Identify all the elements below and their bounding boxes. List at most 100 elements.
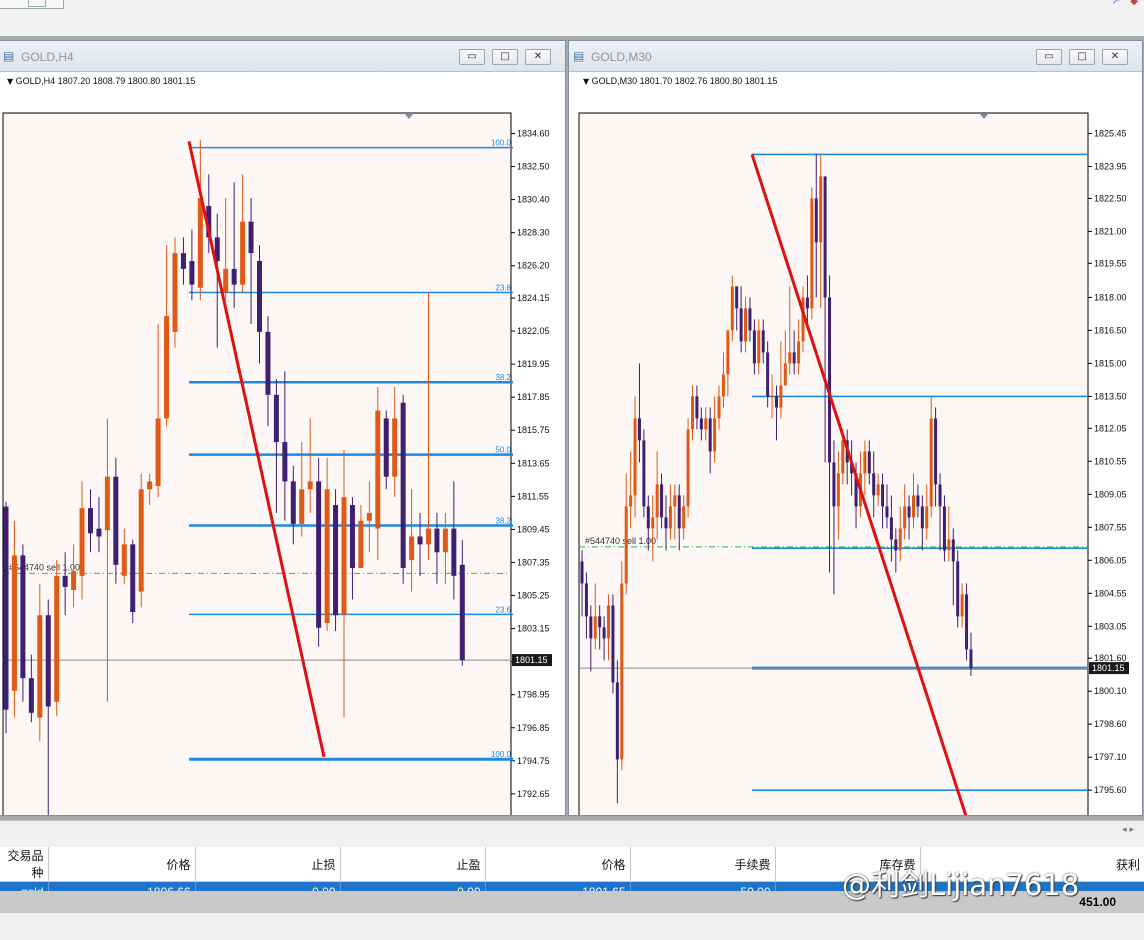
price-chart[interactable]: 1834.60 1832.50 1830.40 1828.30 1826.20 1824.… bbox=[0, 71, 565, 815]
price-tick-label: 1824.15 bbox=[517, 293, 550, 303]
candle-body bbox=[341, 497, 347, 616]
price-tick-label: 1832.50 bbox=[517, 162, 550, 172]
candle-body bbox=[721, 374, 725, 397]
watermark: @利剑Lijian7618 bbox=[842, 868, 1080, 902]
candle-body bbox=[823, 176, 827, 298]
column-header[interactable]: 价格 bbox=[485, 847, 631, 882]
candle-body bbox=[673, 495, 677, 507]
scroll-arrows[interactable]: ◂ ▸ bbox=[1122, 825, 1134, 835]
order-label: #544740 sell 1.00 bbox=[585, 536, 656, 546]
candle-body bbox=[788, 352, 792, 364]
maximize-button[interactable]: □ bbox=[492, 49, 518, 65]
candle-body bbox=[752, 330, 756, 364]
candle-body bbox=[375, 410, 381, 529]
close-button[interactable]: ✕ bbox=[525, 49, 551, 65]
fib-level-label: 23.6 bbox=[495, 283, 511, 292]
candle-body bbox=[761, 330, 765, 353]
candle-body bbox=[434, 528, 440, 553]
maximize-button[interactable]: □ bbox=[1069, 49, 1095, 65]
chart-menu-icon[interactable]: ▼ bbox=[7, 77, 13, 86]
candle-body bbox=[810, 198, 814, 309]
price-tick-label: 1826.20 bbox=[517, 261, 550, 271]
candle-body bbox=[180, 253, 186, 269]
candle-body bbox=[792, 352, 796, 364]
candle-body bbox=[876, 484, 880, 496]
candle-body bbox=[947, 539, 951, 551]
chart-window-m30[interactable]: ▤ GOLD,M30 ▭ □ ✕ 1825.45 1823.95 1822.50 18… bbox=[568, 40, 1143, 816]
chart-area[interactable]: 1825.45 1823.95 1822.50 1821.00 1819.55 1818.… bbox=[569, 71, 1142, 815]
candle-body bbox=[282, 442, 288, 482]
total-profit: 451.00 bbox=[1079, 895, 1116, 909]
candle-body bbox=[744, 308, 748, 342]
candle-body bbox=[147, 481, 153, 490]
chart-window-h4[interactable]: ▤ GOLD,H4 ▭ □ ✕ 1834.60 1832.50 1830.40 182… bbox=[0, 40, 566, 816]
column-header[interactable]: 止盈 bbox=[340, 847, 486, 882]
price-tick-label: 1822.05 bbox=[517, 326, 550, 336]
column-header[interactable]: 价格 bbox=[48, 847, 196, 882]
candle-body bbox=[358, 520, 364, 568]
price-tick-label: 1828.30 bbox=[517, 228, 550, 238]
price-tick-label: 1807.55 bbox=[1094, 522, 1127, 532]
candle-body bbox=[633, 418, 637, 496]
candle-body bbox=[442, 528, 448, 553]
candle-body bbox=[730, 286, 734, 331]
chart-area[interactable]: 1834.60 1832.50 1830.40 1828.30 1826.20 1824.… bbox=[0, 71, 565, 815]
candle-body bbox=[307, 481, 313, 490]
price-tick-label: 1830.40 bbox=[517, 195, 550, 205]
candle-body bbox=[779, 385, 783, 408]
price-tick-label: 1817.85 bbox=[517, 392, 550, 402]
minimize-button[interactable]: ▭ bbox=[459, 49, 485, 65]
chart-menu-icon[interactable]: ▼ bbox=[583, 77, 589, 86]
candle-body bbox=[735, 286, 739, 309]
candle-body bbox=[629, 495, 633, 507]
candle-body bbox=[938, 484, 942, 507]
candle-body bbox=[704, 418, 708, 430]
close-button[interactable]: ✕ bbox=[1102, 49, 1128, 65]
candle-body bbox=[130, 544, 136, 613]
toolbar-alert-icon[interactable]: ◆ bbox=[1130, 0, 1138, 7]
price-tick-label: 1812.05 bbox=[1094, 423, 1127, 433]
candle-body bbox=[333, 505, 339, 616]
candle-body bbox=[797, 341, 801, 364]
current-price-text: 1801.15 bbox=[1092, 663, 1125, 673]
price-tick-label: 1803.05 bbox=[1094, 621, 1127, 631]
candle-body bbox=[965, 594, 969, 650]
candle-body bbox=[783, 363, 787, 386]
candle-body bbox=[349, 505, 355, 568]
candle-body bbox=[969, 649, 973, 669]
candle-body bbox=[739, 308, 743, 342]
candle-body bbox=[290, 481, 296, 524]
candle-body bbox=[863, 451, 867, 474]
candle-body bbox=[699, 418, 703, 430]
candle-body bbox=[607, 605, 611, 639]
candle-body bbox=[598, 616, 602, 628]
candle-body bbox=[316, 481, 322, 628]
candle-body bbox=[257, 261, 262, 332]
candle-body bbox=[655, 484, 659, 518]
candle-body bbox=[774, 396, 778, 408]
fib-level-label: 38.2 bbox=[495, 373, 511, 382]
candle-body bbox=[602, 627, 606, 639]
price-tick-label: 1816.50 bbox=[1094, 325, 1127, 335]
candle-body bbox=[832, 462, 836, 507]
candle-body bbox=[273, 394, 279, 443]
candle-body bbox=[589, 616, 593, 639]
price-tick-label: 1825.45 bbox=[1094, 129, 1127, 139]
minimize-button[interactable]: ▭ bbox=[1036, 49, 1062, 65]
price-chart[interactable]: 1825.45 1823.95 1822.50 1821.00 1819.55 1818.… bbox=[569, 71, 1142, 815]
candle-body bbox=[934, 418, 938, 485]
column-header[interactable]: 止损 bbox=[195, 847, 341, 882]
price-tick-label: 1803.15 bbox=[517, 624, 550, 634]
window-titlebar[interactable]: ▤ GOLD,M30 ▭ □ ✕ bbox=[569, 41, 1142, 72]
column-header[interactable]: 交易品种 bbox=[0, 847, 49, 882]
toolbar-icon[interactable] bbox=[28, 0, 46, 7]
price-tick-label: 1834.60 bbox=[517, 129, 550, 139]
candle-body bbox=[392, 418, 398, 477]
candle-body bbox=[951, 539, 955, 562]
toolbar-arrow-icon[interactable]: ↗ bbox=[1112, 0, 1120, 7]
window-titlebar[interactable]: ▤ GOLD,H4 ▭ □ ✕ bbox=[0, 41, 565, 72]
column-header[interactable]: 手续费 bbox=[630, 847, 776, 882]
candle-body bbox=[660, 484, 664, 518]
candle-body bbox=[956, 561, 960, 617]
candle-body bbox=[620, 583, 624, 760]
